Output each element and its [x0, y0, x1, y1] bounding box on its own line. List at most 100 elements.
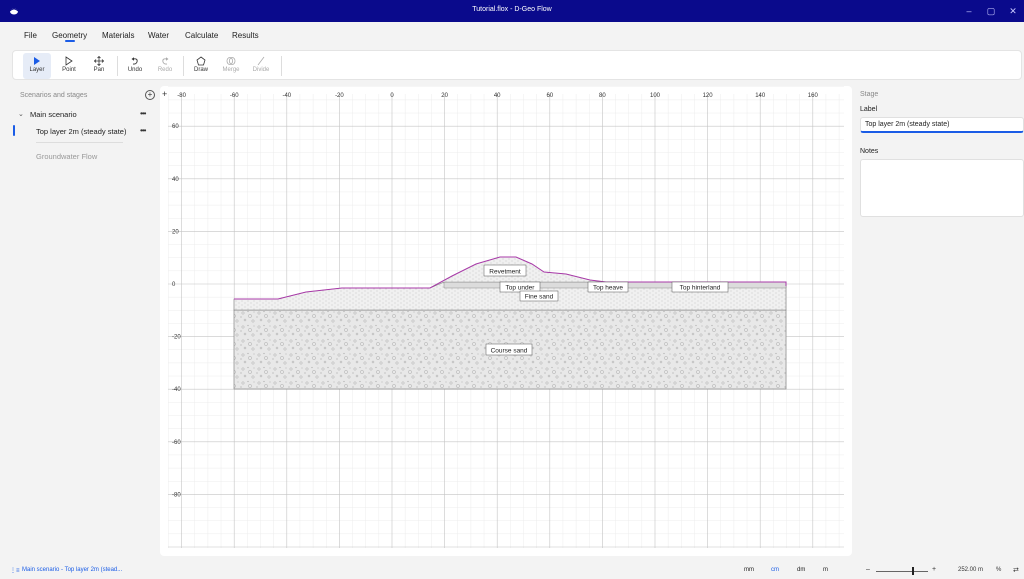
x-tick-label: 160	[808, 93, 819, 99]
title-bar: Tutorial.flox - D-Geo Flow – ▢ ✕	[0, 0, 1024, 22]
stage-item[interactable]: Top layer 2m (steady state)	[36, 127, 126, 136]
y-tick-label: 60	[172, 124, 179, 130]
x-tick-label: 0	[390, 93, 394, 99]
y-tick-label: -40	[172, 387, 181, 393]
y-tick-label: -20	[172, 335, 181, 341]
stage-section-header: Stage	[860, 91, 879, 98]
x-tick-label: 140	[755, 93, 766, 99]
x-tick-label: 120	[703, 93, 714, 99]
groundwater-flow-item[interactable]: Groundwater Flow	[36, 152, 97, 161]
scenario-breadcrumb-icon[interactable]: ⋮≡	[10, 567, 20, 574]
zoom-out-button[interactable]: –	[866, 566, 870, 573]
notes-textarea[interactable]	[860, 159, 1024, 217]
menu-geometry[interactable]: Geometry	[52, 31, 87, 40]
pointer-outline-icon	[65, 56, 73, 66]
layer-label-fine-sand: Fine sand	[519, 290, 559, 302]
scale-readout: 252.00 m	[958, 567, 984, 573]
x-tick-label: 20	[441, 93, 448, 99]
y-tick-label: -60	[172, 440, 181, 446]
label-caption: Label	[860, 106, 878, 113]
toolbar: Layer Point Pan Undo Redo Draw Merge Div…	[12, 50, 1022, 80]
menu-materials[interactable]: Materials	[102, 31, 134, 40]
swap-icon[interactable]: ⇄	[1013, 566, 1019, 574]
chevron-down-icon[interactable]: ⌄	[18, 110, 24, 118]
x-tick-label: 80	[599, 93, 606, 99]
zoom-in-button[interactable]: +	[932, 566, 936, 573]
active-menu-indicator	[65, 40, 75, 42]
geometry-view[interactable]: -80 -60 -40 -20 0 20 40 60 80 100 120 140 160 60 40 20…	[160, 86, 852, 556]
menu-calculate[interactable]: Calculate	[185, 31, 218, 40]
layer-label-top-under: Top under	[499, 281, 541, 293]
unit-m[interactable]: m	[823, 567, 828, 573]
menu-results[interactable]: Results	[232, 31, 259, 40]
merge-icon	[226, 57, 236, 65]
divide-button[interactable]: Divide	[247, 53, 275, 79]
y-tick-label: 40	[172, 177, 179, 183]
y-tick-label: -80	[172, 492, 181, 498]
geometry-canvas[interactable]: -80 -60 -40 -20 0 20 40 60 80 100 120 140 160 60 40 20…	[160, 86, 852, 556]
pan-tool-label: Pan	[93, 67, 105, 73]
percent-button[interactable]: %	[996, 567, 1001, 573]
top-hinterland-label: Top hinterland	[680, 285, 721, 292]
x-tick-label: -60	[230, 93, 239, 99]
merge-button[interactable]: Merge	[217, 53, 245, 79]
select-arrow-icon	[34, 57, 40, 65]
x-tick-label: -20	[335, 93, 344, 99]
x-tick-label: 60	[546, 93, 553, 99]
layer-label-course-sand: Course sand	[485, 343, 533, 356]
undo-button[interactable]: Undo	[121, 53, 149, 79]
point-tool-button[interactable]: Point	[55, 53, 83, 79]
layer-tool-button[interactable]: Layer	[23, 53, 51, 79]
menu-water[interactable]: Water	[148, 31, 169, 40]
draw-button[interactable]: Draw	[187, 53, 215, 79]
menu-file[interactable]: File	[24, 31, 37, 40]
layer-tool-label: Layer	[29, 67, 45, 73]
unit-dm[interactable]: dm	[797, 567, 805, 573]
toolbar-separator	[183, 56, 184, 76]
unit-cm[interactable]: cm	[771, 567, 779, 573]
x-tick-label: -80	[177, 93, 186, 99]
minimize-button[interactable]: –	[962, 4, 976, 18]
toolbar-separator	[281, 56, 282, 76]
maximize-button[interactable]: ▢	[984, 4, 998, 18]
top-heave-label: Top heave	[593, 285, 623, 292]
add-scenario-button[interactable]: +	[145, 90, 155, 100]
point-tool-label: Point	[62, 67, 76, 73]
status-breadcrumb[interactable]: Main scenario - Top layer 2m (stead...	[22, 567, 122, 573]
scenario-item[interactable]: Main scenario	[30, 110, 77, 119]
draw-label: Draw	[193, 67, 208, 73]
stage-more-button[interactable]: •••	[140, 126, 146, 135]
y-tick-label: 20	[172, 229, 179, 235]
toolbar-separator	[117, 56, 118, 76]
top-under-label: Top under	[506, 285, 536, 292]
stage-label-input[interactable]: Top layer 2m (steady state)	[860, 117, 1024, 133]
x-tick-label: -40	[282, 93, 291, 99]
redo-label: Redo	[157, 67, 173, 73]
fine-sand-label: Fine sand	[525, 294, 554, 301]
scenarios-header: Scenarios and stages	[20, 92, 88, 99]
zoom-slider-thumb[interactable]	[912, 567, 914, 575]
status-bar: ⋮≡ Main scenario - Top layer 2m (stead..…	[0, 562, 1024, 579]
undo-label: Undo	[127, 67, 143, 73]
scenario-more-button[interactable]: •••	[140, 109, 146, 118]
canvas-plus-icon[interactable]: +	[162, 89, 167, 99]
undo-icon	[131, 57, 138, 65]
redo-button[interactable]: Redo	[151, 53, 179, 79]
notes-caption: Notes	[860, 148, 879, 155]
window-title: Tutorial.flox - D-Geo Flow	[472, 6, 552, 13]
course-sand-label: Course sand	[491, 348, 528, 355]
selected-stage-indicator	[13, 125, 15, 136]
redo-icon	[162, 57, 169, 65]
scenarios-panel: Scenarios and stages + ⌄ Main scenario •…	[12, 86, 156, 556]
close-button[interactable]: ✕	[1006, 4, 1020, 18]
properties-panel: Stage Label Top layer 2m (steady state) …	[856, 86, 1024, 556]
layer-label-revetment: Revetment	[483, 264, 527, 277]
divider	[36, 142, 123, 143]
divide-label: Divide	[252, 67, 270, 73]
x-tick-label: 100	[650, 93, 661, 99]
unit-mm[interactable]: mm	[744, 567, 754, 573]
pan-tool-button[interactable]: Pan	[85, 53, 113, 79]
layer-label-top-hinterland: Top hinterland	[671, 281, 729, 293]
merge-label: Merge	[222, 67, 240, 73]
zoom-slider[interactable]	[876, 571, 928, 572]
